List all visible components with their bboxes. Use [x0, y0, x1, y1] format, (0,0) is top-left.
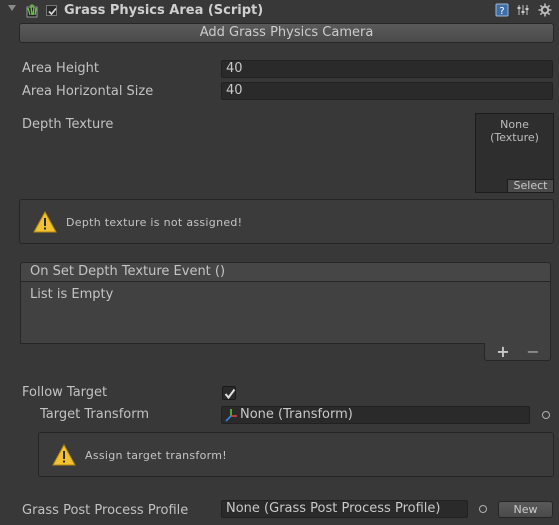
- component-title: Grass Physics Area (Script): [64, 3, 264, 18]
- depth-texture-warning-text: Depth texture is not assigned!: [66, 216, 243, 229]
- area-height-field[interactable]: 40: [221, 60, 553, 78]
- script-component-icon: [24, 3, 40, 19]
- object-picker-icon[interactable]: [479, 505, 487, 513]
- depth-texture-label: Depth Texture: [22, 117, 114, 132]
- component-header: Grass Physics Area (Script) ?: [0, 0, 559, 22]
- texture-select-button[interactable]: Select: [507, 179, 553, 192]
- post-process-profile-label: Grass Post Process Profile: [22, 503, 189, 518]
- remove-event-button[interactable]: −: [523, 343, 543, 361]
- object-picker-icon[interactable]: [542, 411, 550, 419]
- target-transform-warning-text: Assign target transform!: [85, 449, 227, 462]
- area-horizontal-size-field[interactable]: 40: [221, 82, 553, 100]
- foldout-arrow-icon[interactable]: [8, 5, 16, 11]
- component-enabled-checkbox[interactable]: [46, 5, 57, 16]
- target-transform-warning-box: Assign target transform!: [38, 432, 554, 477]
- event-list-body: List is Empty: [20, 282, 551, 344]
- transform-icon: [225, 408, 238, 423]
- svg-text:?: ?: [499, 6, 504, 17]
- gear-icon[interactable]: [538, 3, 552, 17]
- help-book-icon[interactable]: ?: [495, 3, 509, 17]
- post-process-profile-field[interactable]: None (Grass Post Process Profile): [221, 500, 468, 518]
- warning-icon: [33, 210, 57, 237]
- event-list-empty-text: List is Empty: [30, 287, 114, 302]
- follow-target-checkbox[interactable]: [222, 386, 236, 400]
- preset-sliders-icon[interactable]: [516, 3, 530, 17]
- event-list-header: On Set Depth Texture Event (): [20, 262, 551, 282]
- depth-texture-slot[interactable]: None (Texture) Select: [475, 113, 554, 193]
- target-transform-field[interactable]: None (Transform): [221, 406, 530, 424]
- follow-target-label: Follow Target: [22, 385, 108, 400]
- checkmark-icon: [224, 388, 236, 400]
- area-height-label: Area Height: [22, 61, 100, 76]
- add-grass-physics-camera-button[interactable]: Add Grass Physics Camera: [19, 23, 554, 43]
- event-list-footer: + −: [484, 343, 551, 361]
- warning-icon: [52, 443, 76, 470]
- target-transform-label: Target Transform: [40, 407, 150, 422]
- area-horizontal-size-label: Area Horizontal Size: [22, 84, 154, 99]
- new-profile-button[interactable]: New: [498, 501, 553, 518]
- depth-texture-warning-box: Depth texture is not assigned!: [19, 199, 554, 244]
- add-event-button[interactable]: +: [493, 343, 513, 361]
- texture-slot-value: None (Texture): [490, 118, 539, 144]
- target-transform-value: None (Transform): [240, 407, 353, 422]
